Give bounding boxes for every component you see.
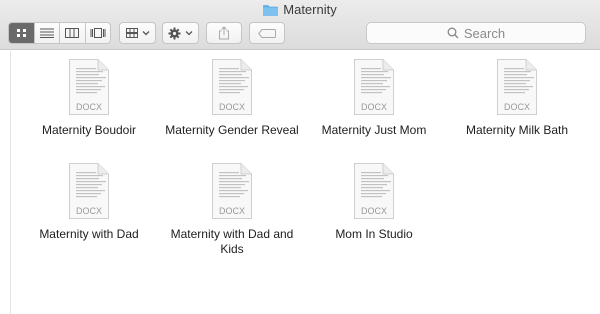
docx-document-icon: DOCX bbox=[67, 163, 111, 219]
docx-document-icon: DOCX bbox=[352, 59, 396, 115]
action-button[interactable] bbox=[162, 22, 199, 44]
tag-icon bbox=[258, 28, 276, 38]
file-item[interactable]: DOCX Maternity Boudoir bbox=[19, 59, 159, 138]
search-icon bbox=[447, 27, 459, 39]
file-type-label: DOCX bbox=[503, 102, 530, 112]
finder-window: Maternity Search DOCX Maternity Boudoir … bbox=[0, 0, 600, 314]
search-field[interactable]: Search bbox=[366, 22, 586, 44]
chevron-down-icon bbox=[185, 31, 193, 36]
icon-view-button[interactable] bbox=[9, 23, 35, 43]
docx-document-icon: DOCX bbox=[495, 59, 539, 115]
tags-button[interactable] bbox=[249, 22, 285, 44]
file-name: Maternity with Dad and Kids bbox=[170, 227, 294, 256]
view-mode-segmented-control bbox=[8, 22, 111, 44]
file-item[interactable]: DOCX Maternity Gender Reveal bbox=[162, 59, 302, 138]
file-type-label: DOCX bbox=[75, 102, 102, 112]
group-by-button[interactable] bbox=[119, 22, 156, 44]
list-view-button[interactable] bbox=[35, 23, 60, 43]
window-title: Maternity bbox=[0, 2, 600, 17]
file-name: Mom In Studio bbox=[335, 227, 413, 241]
docx-document-icon: DOCX bbox=[67, 59, 111, 115]
docx-document-icon: DOCX bbox=[352, 163, 396, 219]
file-item[interactable]: DOCX Maternity Milk Bath bbox=[447, 59, 587, 138]
file-name: Maternity Gender Reveal bbox=[165, 123, 299, 137]
icon-grid-icon bbox=[16, 29, 26, 37]
column-view-button[interactable] bbox=[60, 23, 86, 43]
file-item[interactable]: DOCX Mom In Studio bbox=[304, 163, 444, 242]
file-type-label: DOCX bbox=[218, 206, 245, 216]
file-name: Maternity with Dad bbox=[39, 227, 139, 241]
file-type-label: DOCX bbox=[218, 102, 245, 112]
chevron-down-icon bbox=[142, 31, 149, 36]
window-title-text: Maternity bbox=[283, 2, 337, 17]
file-item[interactable]: DOCX Maternity with Dad bbox=[19, 163, 159, 242]
group-grid-icon bbox=[125, 28, 138, 38]
toolbar: Maternity Search bbox=[0, 0, 600, 50]
file-item[interactable]: DOCX Maternity Just Mom bbox=[304, 59, 444, 138]
file-name: Maternity Milk Bath bbox=[465, 123, 569, 137]
share-icon bbox=[219, 26, 229, 40]
cover-flow-view-button[interactable] bbox=[86, 23, 111, 43]
cover-flow-icon bbox=[90, 28, 106, 38]
file-name: Maternity Just Mom bbox=[321, 123, 427, 137]
columns-icon bbox=[65, 28, 80, 38]
docx-document-icon: DOCX bbox=[210, 163, 254, 219]
search-placeholder: Search bbox=[463, 25, 506, 41]
share-button[interactable] bbox=[206, 22, 242, 44]
folder-icon bbox=[263, 5, 279, 16]
file-type-label: DOCX bbox=[75, 206, 102, 216]
file-name: Maternity Boudoir bbox=[41, 123, 137, 137]
file-type-label: DOCX bbox=[360, 102, 387, 112]
file-item[interactable]: DOCX Maternity with Dad and Kids bbox=[162, 163, 302, 257]
file-grid: DOCX Maternity Boudoir DOCX Maternity Gend… bbox=[0, 51, 600, 314]
docx-document-icon: DOCX bbox=[210, 59, 254, 115]
gear-icon bbox=[168, 27, 181, 39]
list-icon bbox=[39, 28, 54, 38]
file-type-label: DOCX bbox=[360, 206, 387, 216]
